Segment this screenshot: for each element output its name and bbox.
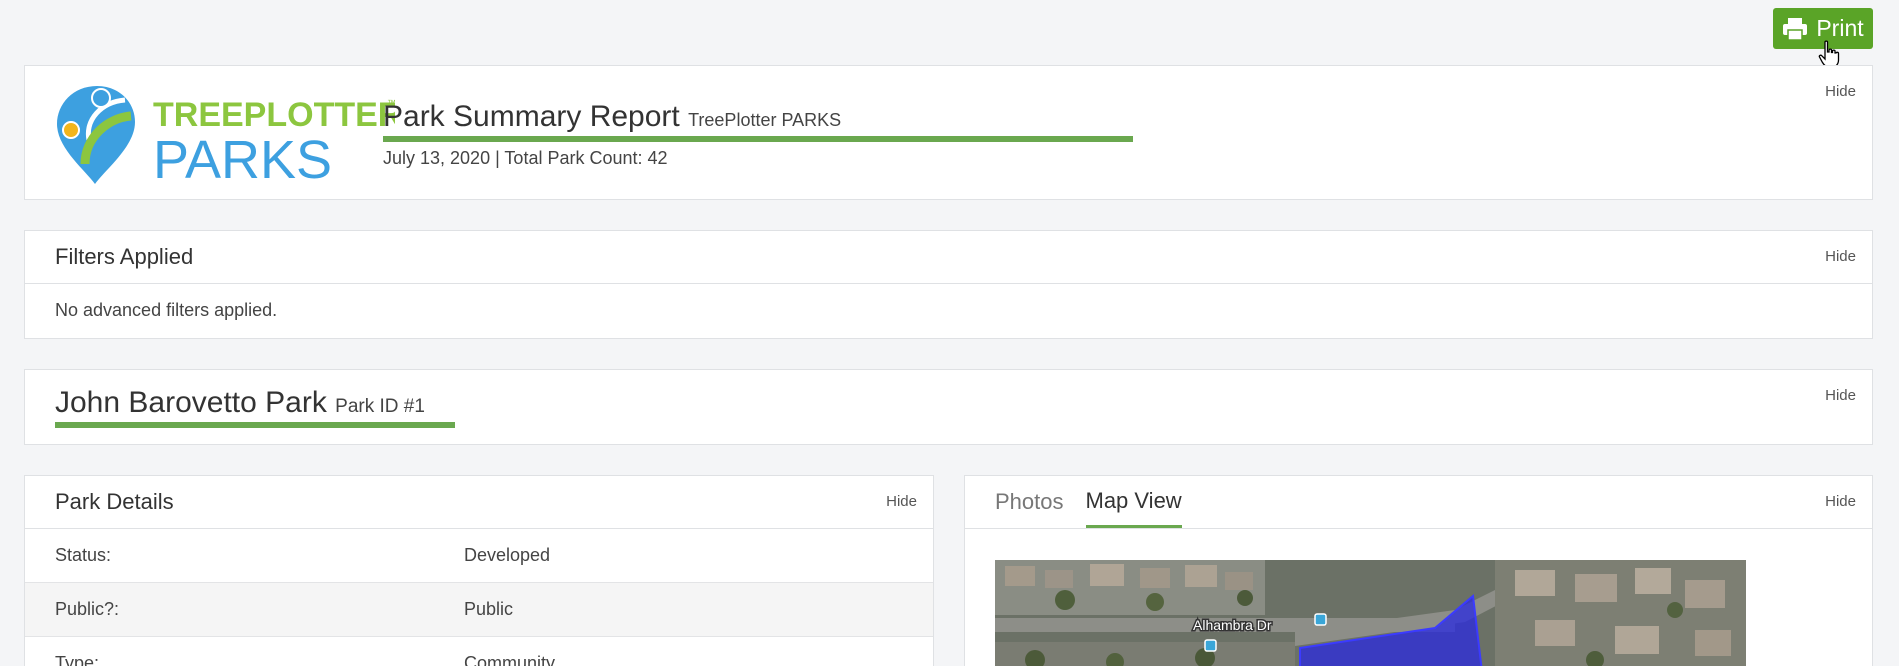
filters-card: Filters Applied Hide No advanced filters…	[24, 230, 1873, 339]
tab-photos[interactable]: Photos	[995, 476, 1064, 528]
detail-key: Public?:	[55, 599, 120, 619]
hand-cursor-icon	[1818, 40, 1840, 68]
treeplotter-parks-logo: TREEPLOTTER ™ PARKS	[57, 86, 395, 190]
svg-text:PARKS: PARKS	[153, 130, 332, 190]
filters-title: Filters Applied	[55, 244, 194, 269]
detail-row-status: Status: Developed	[25, 529, 933, 583]
park-name-card: John Barovetto Park Park ID #1 Hide	[24, 369, 1873, 445]
filters-header: Filters Applied Hide	[25, 231, 1872, 284]
report-meta: July 13, 2020 | Total Park Count: 42	[383, 148, 668, 168]
park-name: John Barovetto Park Park ID #1	[55, 386, 425, 419]
tab-map-view[interactable]: Map View	[1085, 476, 1182, 528]
park-details-card: Park Details Hide Status: Developed Publ…	[24, 475, 934, 666]
report-subtitle: TreePlotter PARKS	[688, 110, 842, 130]
svg-text:TREEPLOTTER: TREEPLOTTER	[153, 96, 395, 134]
detail-row-public: Public?: Public	[25, 583, 933, 637]
hide-filters-link[interactable]: Hide	[1825, 248, 1856, 265]
hide-header-link[interactable]: Hide	[1825, 83, 1856, 100]
detail-row-type: Type: Community	[25, 637, 933, 666]
park-details-header: Park Details Hide	[25, 476, 933, 529]
satellite-map-image: Alhambra Dr	[995, 560, 1746, 666]
report-header-card: TREEPLOTTER ™ PARKS Park Summary Report …	[24, 65, 1873, 200]
detail-key: Status:	[55, 545, 112, 565]
hide-media-link[interactable]: Hide	[1825, 493, 1856, 510]
filters-body: No advanced filters applied.	[55, 300, 278, 320]
detail-value: Public	[464, 599, 514, 619]
hide-park-link[interactable]: Hide	[1825, 387, 1856, 404]
transit-stop-icon	[1314, 613, 1327, 626]
report-title: Park Summary Report TreePlotter PARKS	[383, 100, 842, 133]
report-title-block: Park Summary Report TreePlotter PARKS Ju…	[383, 100, 1133, 169]
hide-details-link[interactable]: Hide	[886, 493, 917, 510]
printer-icon	[1783, 17, 1808, 41]
park-name-block: John Barovetto Park Park ID #1	[55, 386, 455, 428]
print-label: Print	[1816, 15, 1864, 41]
park-name-underline	[55, 422, 455, 428]
map-street-label: Alhambra Dr	[1193, 617, 1272, 633]
media-tabs: Photos Map View Hide	[965, 476, 1872, 529]
transit-stop-icon	[1204, 639, 1217, 652]
park-details-title: Park Details	[55, 489, 174, 514]
park-id: Park ID #1	[335, 396, 425, 417]
detail-value: Community	[464, 653, 556, 666]
title-underline	[383, 136, 1133, 142]
detail-key: Type:	[55, 653, 100, 666]
park-map[interactable]: Alhambra Dr	[995, 560, 1746, 666]
media-card: Photos Map View Hide Alhambra Dr	[964, 475, 1873, 666]
detail-value: Developed	[464, 545, 551, 565]
